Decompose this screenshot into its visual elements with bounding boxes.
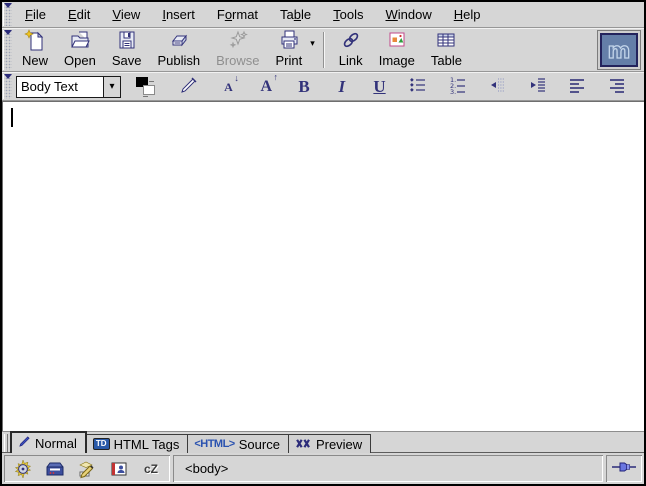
edit-mode-tabs: Normal TD HTML Tags <HTML> Source Previe… <box>2 431 644 453</box>
image-icon <box>385 28 409 52</box>
svg-text:m: m <box>608 39 631 64</box>
publish-icon <box>167 28 191 52</box>
grippy-collapse-icon <box>4 74 12 79</box>
text-color-picker[interactable] <box>133 75 161 99</box>
element-path[interactable]: <body> <box>185 461 228 476</box>
format-toolbar-grippy[interactable] <box>3 74 12 99</box>
highlight-color-button[interactable] <box>175 75 203 99</box>
browse-button[interactable]: Browse <box>209 29 266 71</box>
browse-icon <box>226 28 250 52</box>
underline-icon: U <box>373 77 385 97</box>
print-menu-arrow-icon[interactable]: ▾ <box>310 39 315 48</box>
menubar-grippy[interactable] <box>3 3 12 26</box>
print-button[interactable]: Print <box>268 29 309 71</box>
open-folder-icon <box>68 28 92 52</box>
menu-bar: File Edit View Insert Format Table Tools… <box>2 2 644 28</box>
italic-icon: I <box>338 77 345 97</box>
color-swatches-icon <box>136 76 158 98</box>
align-right-button[interactable] <box>604 75 630 99</box>
online-status[interactable] <box>606 455 642 482</box>
editor-canvas[interactable] <box>2 101 644 431</box>
image-button[interactable]: Image <box>372 29 422 71</box>
save-floppy-icon <box>115 28 139 52</box>
indent-button[interactable] <box>525 75 551 99</box>
main-toolbar: New Open Save Publish Browse Print ▾ <box>2 28 644 72</box>
text-cursor <box>11 108 13 127</box>
bullet-list-icon <box>408 75 428 98</box>
link-chain-icon <box>339 28 363 52</box>
tab-preview[interactable]: Preview <box>288 434 371 453</box>
menu-file[interactable]: File <box>16 3 55 26</box>
bold-button[interactable]: B <box>292 75 316 99</box>
menu-window[interactable]: Window <box>377 3 441 26</box>
bold-icon: B <box>298 77 309 97</box>
align-left-button[interactable] <box>564 75 590 99</box>
publish-button[interactable]: Publish <box>150 29 207 71</box>
new-page-icon <box>23 28 47 52</box>
format-icon-group: A↓ A↑ B I U 1.2.3. <box>121 75 644 99</box>
svg-text:3.: 3. <box>450 88 456 95</box>
bullet-list-button[interactable] <box>405 75 431 99</box>
table-button[interactable]: Table <box>424 29 469 71</box>
tab-source[interactable]: <HTML> Source <box>187 434 289 453</box>
mozilla-logo-icon: m <box>600 33 638 67</box>
link-button[interactable]: Link <box>332 29 370 71</box>
numbered-list-icon: 1.2.3. <box>448 75 468 98</box>
menu-view[interactable]: View <box>103 3 149 26</box>
new-button[interactable]: New <box>15 29 55 71</box>
format-toolbar: Body Text ▾ A↓ A↑ B I U <box>2 72 644 101</box>
increase-font-button[interactable]: A↑ <box>254 75 278 99</box>
toolbar-separator <box>323 32 325 68</box>
highlighter-pen-icon <box>178 74 200 99</box>
component-bar: cZ <box>4 455 170 482</box>
menu-format[interactable]: Format <box>208 3 267 26</box>
font-smaller-icon: A↓ <box>224 79 233 95</box>
mozilla-throbber[interactable]: m <box>597 30 641 70</box>
status-bar: cZ <body> <box>2 453 644 484</box>
mail-icon[interactable] <box>44 459 66 479</box>
grippy-collapse-icon <box>4 30 12 35</box>
tag-icon: TD <box>93 438 110 450</box>
pencil-icon <box>18 435 31 451</box>
align-left-icon <box>567 75 587 98</box>
outdent-button[interactable] <box>485 75 511 99</box>
indent-icon <box>528 75 548 98</box>
chatzilla-icon[interactable]: cZ <box>140 459 162 479</box>
preview-icon <box>295 437 312 452</box>
save-button[interactable]: Save <box>105 29 149 71</box>
numbered-list-button[interactable]: 1.2.3. <box>445 75 471 99</box>
underline-button[interactable]: U <box>368 75 392 99</box>
tab-normal[interactable]: Normal <box>10 431 87 453</box>
structure-bar: <body> <box>173 455 603 482</box>
grippy-collapse-icon <box>4 3 12 8</box>
outdent-icon <box>488 75 508 98</box>
composer-icon[interactable] <box>76 459 98 479</box>
composer-window: File Edit View Insert Format Table Tools… <box>0 0 646 486</box>
tab-html-tags[interactable]: TD HTML Tags <box>86 434 188 453</box>
online-plug-icon <box>611 460 637 477</box>
font-larger-icon: A↑ <box>260 78 272 96</box>
open-button[interactable]: Open <box>57 29 103 71</box>
menu-table[interactable]: Table <box>271 3 320 26</box>
navigator-icon[interactable] <box>12 459 34 479</box>
address-book-icon[interactable] <box>108 459 130 479</box>
menu-edit[interactable]: Edit <box>59 3 99 26</box>
align-right-icon <box>607 75 627 98</box>
main-toolbar-grippy[interactable] <box>3 30 12 70</box>
html-tag-icon: <HTML> <box>194 438 234 450</box>
tabstrip-handle <box>4 434 8 452</box>
menu-insert[interactable]: Insert <box>153 3 204 26</box>
paragraph-format-select[interactable]: Body Text ▾ <box>16 76 121 98</box>
chevron-down-icon[interactable]: ▾ <box>103 77 120 97</box>
italic-button[interactable]: I <box>330 75 354 99</box>
menu-tools[interactable]: Tools <box>324 3 372 26</box>
print-icon <box>277 28 301 52</box>
menu-help[interactable]: Help <box>445 3 490 26</box>
decrease-font-button[interactable]: A↓ <box>217 75 241 99</box>
table-icon <box>434 28 458 52</box>
paragraph-format-value: Body Text <box>17 79 103 94</box>
